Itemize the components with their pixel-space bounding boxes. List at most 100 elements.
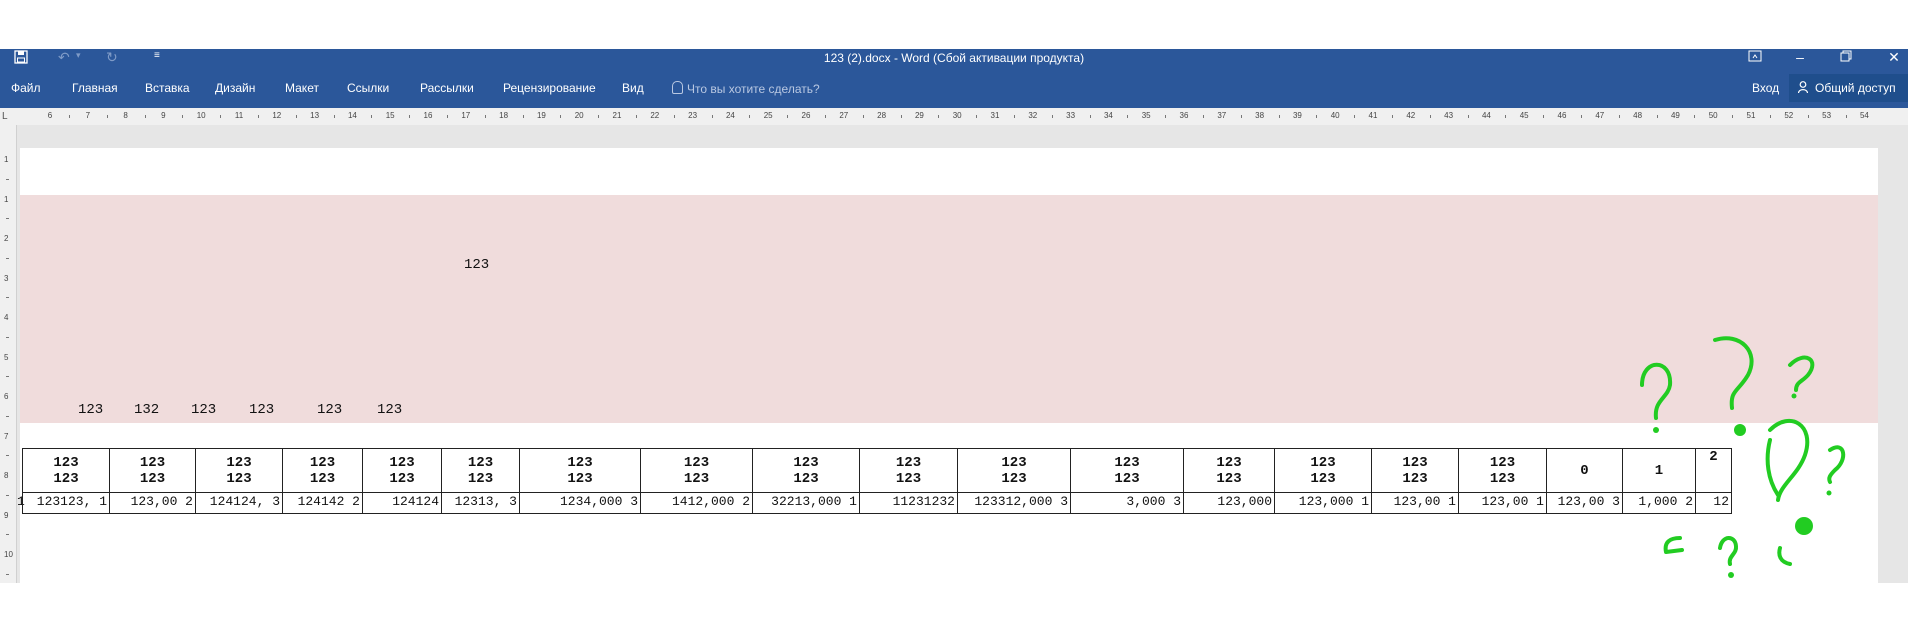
ruler-number: 1 [4,155,9,164]
ruler-number: 6 [4,392,9,401]
ruler-number: 10 [4,550,13,559]
ruler-number: 36 [1179,111,1189,120]
ruler-number: 17 [461,111,471,120]
ruler-number: 33 [1066,111,1076,120]
ruler-tick [6,376,9,378]
table-cell[interactable]: 3,000 3 [1070,492,1184,514]
ruler-tick [144,115,146,118]
table-cell[interactable]: 123123, 1 [22,492,110,514]
ruler-tick [6,494,9,496]
ruler-number: 13 [310,111,320,120]
tab-insert[interactable]: Вставка [145,81,190,95]
table-cell[interactable]: 123 123 [282,448,363,493]
sign-in-link[interactable]: Вход [1752,81,1779,95]
row-label: 132 [134,402,160,418]
table-cell[interactable]: 123 123 [519,448,641,493]
table-cell[interactable]: 123 123 [752,448,860,493]
table-cell[interactable]: 123 123 [1458,448,1547,493]
ruler-number: 44 [1481,111,1491,120]
tell-me-search[interactable]: Что вы хотите сделать? [672,81,820,96]
table-cell[interactable]: 123312,000 3 [957,492,1071,514]
table-cell[interactable]: 124124 [362,492,442,514]
close-icon[interactable]: ✕ [1884,49,1904,66]
table-cell[interactable]: 1234,000 3 [519,492,641,514]
share-button[interactable]: Общий доступ [1789,74,1908,102]
ruler-number: 24 [725,111,735,120]
ruler-tick [1732,115,1734,118]
tab-selector[interactable]: L [2,111,8,122]
tell-me-placeholder: Что вы хотите сделать? [687,82,820,96]
ruler-tick [6,534,9,536]
ruler-tick [900,115,902,118]
table-cell[interactable]: 11231232 [859,492,958,514]
minimize-icon[interactable]: – [1790,49,1810,65]
horizontal-ruler[interactable]: L 6 7 8 9 10 11 12 13 14 15 16 17 18 19 20 21 22 23 24 25 26… [0,108,1908,126]
tab-view[interactable]: Вид [622,81,644,95]
ruler-tick [6,297,9,299]
table-cell[interactable]: 123 123 [859,448,958,493]
table-cell[interactable]: 123 123 [109,448,196,493]
table-cell[interactable]: 1412,000 2 [640,492,753,514]
table-cell[interactable]: 123 123 [441,448,520,493]
table-cell[interactable]: 123 123 [195,448,283,493]
row-label: 123 [317,402,343,418]
table-cell[interactable]: 123 123 [1274,448,1372,493]
tab-references[interactable]: Ссылки [347,81,389,95]
ruler-number: 48 [1633,111,1643,120]
ruler-number: 32 [1028,111,1038,120]
table-cell[interactable]: 123 123 [1070,448,1184,493]
ruler-tick [6,455,9,457]
ruler-tick [182,115,184,118]
ruler-number: 38 [1255,111,1265,120]
lightbulb-icon [672,81,683,94]
table-cell[interactable]: 123,00 3 [1546,492,1623,514]
table-cell[interactable]: 124142 2 [282,492,363,514]
ruler-tick [1316,115,1318,118]
table-cell[interactable]: 0 [1546,448,1623,493]
table-cell[interactable]: 123,00 1 [1458,492,1547,514]
tab-file[interactable]: Файл [11,81,41,95]
ruler-tick [976,115,978,118]
ruler-tick [635,115,637,118]
table-value-row: 123123, 1 123,00 2 124124, 3 124142 2 12… [22,492,1732,514]
ruler-number: 28 [877,111,887,120]
ruler-tick [6,415,9,417]
ribbon-display-options-icon[interactable] [1745,49,1765,65]
table-cell[interactable]: 123,000 [1183,492,1275,514]
restore-icon[interactable] [1836,49,1856,65]
table-cell[interactable]: 12313, 3 [441,492,520,514]
table-cell[interactable]: 123,000 1 [1274,492,1372,514]
ruler-number: 49 [1670,111,1680,120]
tab-home[interactable]: Главная [72,81,118,95]
table-cell[interactable]: 124124, 3 [195,492,283,514]
tab-mailings[interactable]: Рассылки [420,81,474,95]
ruler-number: 21 [612,111,622,120]
table-cell[interactable]: 123,00 1 [1371,492,1459,514]
ruler-tick [371,115,373,118]
tab-review[interactable]: Рецензирование [503,81,596,95]
table-cell[interactable]: 123,00 2 [109,492,196,514]
table-cell[interactable]: 123 123 [22,448,110,493]
tab-layout[interactable]: Макет [285,81,319,95]
title-bar: ↶ ▾ ↻ ≡ 123 (2).docx - Word (Сбой актива… [0,49,1908,69]
ruler-number: 42 [1406,111,1416,120]
ruler-tick [106,115,108,118]
table-cell[interactable]: 123 123 [362,448,442,493]
document-table[interactable]: 123 123 123 123 123 123 123 123 123 123 123 12… [22,448,1732,514]
ruler-tick [711,115,713,118]
table-cell[interactable]: 123 123 [1371,448,1459,493]
ribbon-tabs: Файл Главная Вставка Дизайн Макет Ссылки… [0,69,1908,108]
tab-design[interactable]: Дизайн [215,81,255,95]
ruler-number: 12 [272,111,282,120]
table-cell[interactable]: 32213,000 1 [752,492,860,514]
ruler-tick [446,115,448,118]
ruler-number: 15 [385,111,395,120]
table-cell[interactable]: 123 123 [1183,448,1275,493]
row-label: 123 [249,402,275,418]
ruler-tick [938,115,940,118]
table-cell[interactable]: 123 123 [640,448,753,493]
vertical-ruler[interactable]: 1 1 2 3 4 5 6 7 8 9 10 [0,125,17,583]
ruler-number: 47 [1595,111,1605,120]
ruler-tick [1127,115,1129,118]
table-cell[interactable]: 123 123 [957,448,1071,493]
